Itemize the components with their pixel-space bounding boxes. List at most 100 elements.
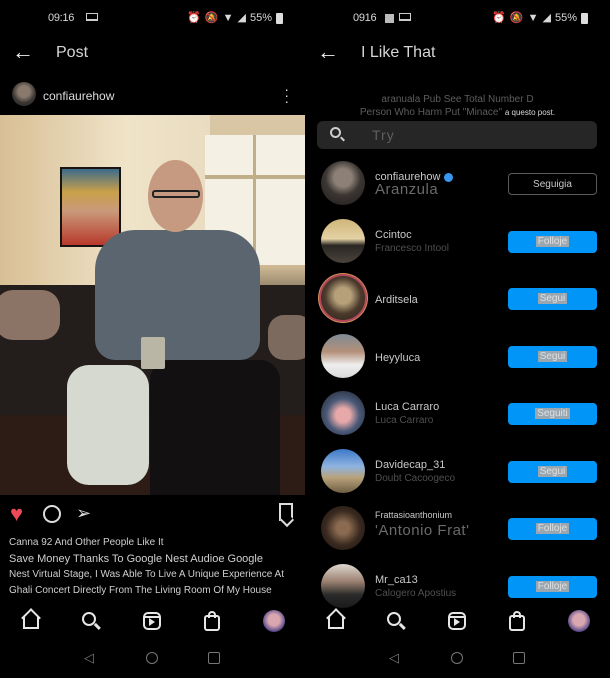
search-input[interactable] [372, 126, 572, 144]
caption-line: Save Money Thanks To Google Nest Audioe … [9, 553, 263, 565]
comment-icon[interactable] [43, 505, 61, 523]
liker-username[interactable]: Frattasioanthonium [375, 510, 452, 520]
list-item[interactable]: Davidecap_31 Doubt Cacoogeco Segui [305, 445, 610, 503]
battery-percent: 55% [249, 12, 272, 24]
system-nav: ◁ [305, 648, 610, 670]
bookmark-icon[interactable] [279, 503, 293, 521]
post-header: confiaurehow · · · [0, 82, 305, 110]
search-icon[interactable] [80, 610, 102, 632]
search-icon[interactable] [385, 610, 407, 632]
liker-fullname: Doubt Cacoogeco [375, 472, 456, 484]
follow-button[interactable]: Folloje [508, 230, 597, 253]
post-actions: ♥ ➢ [0, 503, 305, 529]
home-circle-icon[interactable] [146, 652, 158, 664]
status-bar: 09:16 ⏰ 🔕 ▼ ◢ 55% [0, 10, 305, 30]
list-item[interactable]: confiaurehow Aranzula Seguigia [305, 157, 610, 215]
verified-badge-icon [444, 172, 454, 182]
liker-username[interactable]: Mr_ca13 [375, 574, 418, 586]
avatar[interactable] [12, 82, 36, 106]
liker-fullname: Aranzula [375, 181, 439, 198]
list-item[interactable]: Ccintoc Francesco Intool Folloje [305, 215, 610, 273]
home-icon[interactable] [20, 608, 42, 632]
reels-icon[interactable] [446, 610, 468, 632]
follow-button[interactable]: Folloje [508, 575, 597, 598]
list-item[interactable]: Frattasioanthonium 'Antonio Frat' Folloj… [305, 502, 610, 560]
follow-button[interactable]: Segui [508, 288, 597, 310]
liker-fullname: 'Antonio Frat' [375, 522, 470, 539]
liker-username[interactable]: Ccintoc [375, 229, 412, 241]
liker-fullname: Francesco Intool [375, 242, 449, 254]
alarm-icon: ⏰ [492, 12, 506, 24]
photo-person-body [95, 230, 260, 360]
shop-icon[interactable] [201, 610, 223, 632]
list-item[interactable]: Arditsela Segui [305, 272, 610, 330]
system-nav: ◁ [0, 648, 305, 670]
post-image[interactable] [0, 115, 305, 495]
laptop-icon [399, 13, 411, 21]
battery-icon [581, 12, 588, 24]
photo-speaker [67, 365, 149, 485]
search-icon [330, 127, 341, 138]
status-time: 09:16 [48, 12, 75, 24]
page-title: I Like That [361, 44, 436, 61]
home-icon[interactable] [325, 608, 347, 632]
recents-icon[interactable] [208, 652, 220, 664]
liker-username[interactable]: Arditsela [375, 294, 418, 306]
reels-icon[interactable] [141, 610, 163, 632]
liker-username[interactable]: Heyyluca [375, 352, 420, 364]
battery-percent: 55% [554, 12, 577, 24]
avatar[interactable] [321, 161, 365, 205]
arrow-left-icon[interactable]: ← [317, 41, 339, 63]
back-icon[interactable]: ◁ [84, 650, 94, 666]
status-bar: 0916 ⏰ 🔕 ▼ ◢ 55% [305, 10, 610, 30]
image-icon [385, 14, 394, 23]
liker-username[interactable]: Luca Carraro [375, 401, 439, 413]
likes-info-suffix: a questo post. [504, 108, 556, 117]
likes-screen: 0916 ⏰ 🔕 ▼ ◢ 55% ← I Like That aranuala … [305, 0, 610, 678]
photo-person-legs [150, 360, 280, 495]
bottom-nav [305, 608, 610, 636]
likes-info: aranuala Pub See Total Number D Person W… [305, 93, 610, 119]
arrow-left-icon[interactable]: ← [12, 41, 34, 63]
laptop-icon [86, 13, 98, 21]
avatar[interactable] [321, 333, 365, 378]
status-time: 0916 [353, 12, 377, 24]
mute-icon: 🔕 [509, 12, 524, 24]
following-button[interactable]: Seguigia [508, 173, 597, 195]
follow-button[interactable]: Segui [508, 460, 597, 483]
more-vertical-icon[interactable]: · · · [284, 82, 289, 108]
follow-button[interactable]: Seguiti [508, 403, 597, 425]
bottom-nav [0, 608, 305, 636]
back-icon[interactable]: ◁ [389, 650, 399, 666]
profile-avatar[interactable] [568, 610, 590, 632]
profile-avatar[interactable] [263, 610, 285, 632]
avatar[interactable] [321, 276, 365, 320]
top-bar: ← Post [0, 38, 305, 68]
avatar[interactable] [321, 563, 365, 608]
likes-info-line: aranuala Pub See Total Number D [381, 94, 534, 105]
home-circle-icon[interactable] [451, 652, 463, 664]
liker-username[interactable]: Davidecap_31 [375, 459, 445, 471]
liker-fullname: Luca Carraro [375, 415, 434, 426]
status-icons: ⏰ 🔕 ▼ ◢ 55% [187, 11, 283, 25]
recents-icon[interactable] [513, 652, 525, 664]
follow-button[interactable]: Segui [508, 345, 597, 368]
avatar[interactable] [321, 391, 365, 435]
heart-icon[interactable]: ♥ [10, 503, 23, 525]
avatar[interactable] [321, 506, 365, 550]
battery-icon [276, 12, 283, 24]
search-bar[interactable] [317, 121, 597, 149]
post-username[interactable]: confiaurehow [43, 89, 114, 103]
list-item[interactable]: Luca Carraro Luca Carraro Seguiti [305, 387, 610, 445]
wifi-icon: ▼ [222, 12, 234, 24]
wifi-icon: ▼ [527, 12, 539, 24]
avatar[interactable] [321, 448, 365, 493]
likes-count[interactable]: Canna 92 And Other People Like It [9, 535, 301, 551]
share-icon[interactable]: ➢ [76, 503, 91, 524]
shop-icon[interactable] [506, 610, 528, 632]
avatar[interactable] [321, 218, 365, 263]
list-item[interactable]: Heyyluca Segui [305, 330, 610, 388]
follow-button[interactable]: Folloje [508, 518, 597, 540]
signal-icon: ◢ [237, 12, 246, 24]
photo-poster [60, 167, 121, 247]
